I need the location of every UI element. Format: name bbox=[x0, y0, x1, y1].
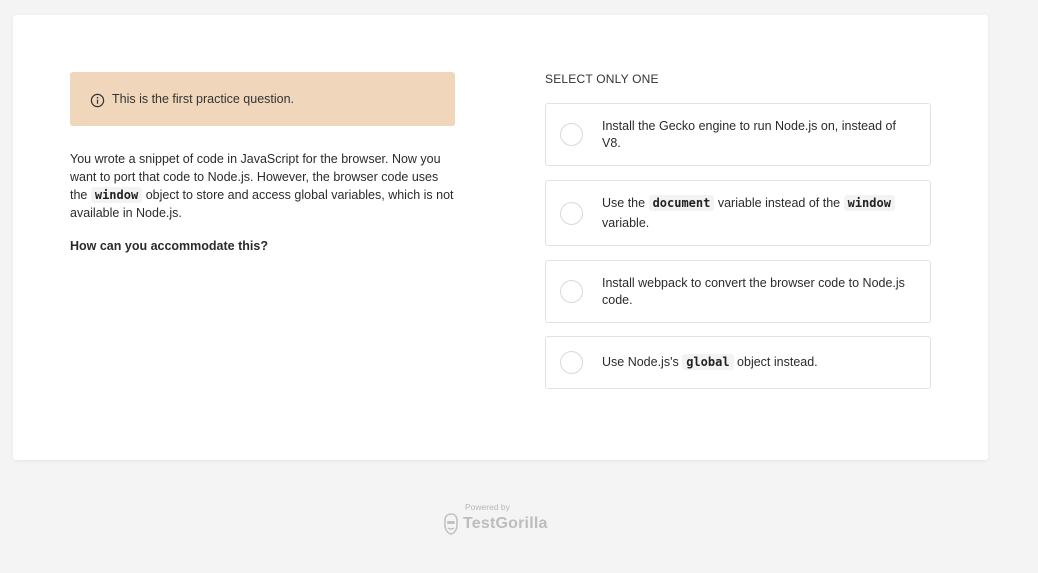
info-icon bbox=[90, 93, 105, 108]
option-text-part: object instead. bbox=[733, 355, 818, 369]
option-text-part: variable instead of the bbox=[714, 196, 844, 210]
select-instruction: SELECT ONLY ONE bbox=[545, 72, 659, 86]
gorilla-logo-icon bbox=[443, 513, 459, 535]
answer-option-label: Install the Gecko engine to run Node.js … bbox=[602, 118, 896, 150]
radio-button[interactable] bbox=[560, 123, 583, 146]
question-prompt: How can you accommodate this? bbox=[70, 239, 268, 253]
radio-button[interactable] bbox=[560, 351, 583, 374]
powered-by-label: Powered by bbox=[465, 502, 510, 512]
answer-option-1[interactable]: Install the Gecko engine to run Node.js … bbox=[545, 103, 931, 166]
answer-option-2[interactable]: Use the document variable instead of the… bbox=[545, 180, 931, 246]
answer-option-3[interactable]: Install webpack to convert the browser c… bbox=[545, 260, 931, 323]
option-text-part: variable. bbox=[602, 216, 650, 230]
question-text: You wrote a snippet of code in JavaScrip… bbox=[70, 150, 458, 222]
question-card: This is the first practice question. You… bbox=[13, 15, 988, 460]
powered-by-footer: Powered by TestGorilla bbox=[443, 502, 563, 535]
inline-code-window: window bbox=[90, 187, 143, 203]
answer-option-label: Use Node.js's global object instead. bbox=[602, 354, 836, 371]
radio-button[interactable] bbox=[560, 280, 583, 303]
option-text-part: Use the bbox=[602, 196, 649, 210]
inline-code-global: global bbox=[682, 354, 734, 370]
answer-option-label: Use the document variable instead of the… bbox=[602, 193, 930, 233]
practice-notice: This is the first practice question. bbox=[70, 72, 455, 126]
answer-option-label: Install webpack to convert the browser c… bbox=[602, 275, 905, 307]
brand-logo: TestGorilla bbox=[443, 513, 563, 535]
brand-name: TestGorilla bbox=[463, 515, 548, 532]
inline-code-window: window bbox=[843, 195, 895, 211]
notice-text: This is the first practice question. bbox=[112, 92, 295, 106]
inline-code-document: document bbox=[648, 195, 715, 211]
answer-option-4[interactable]: Use Node.js's global object instead. bbox=[545, 336, 931, 389]
option-text-part: Use Node.js's bbox=[602, 355, 683, 369]
radio-button[interactable] bbox=[560, 201, 583, 225]
